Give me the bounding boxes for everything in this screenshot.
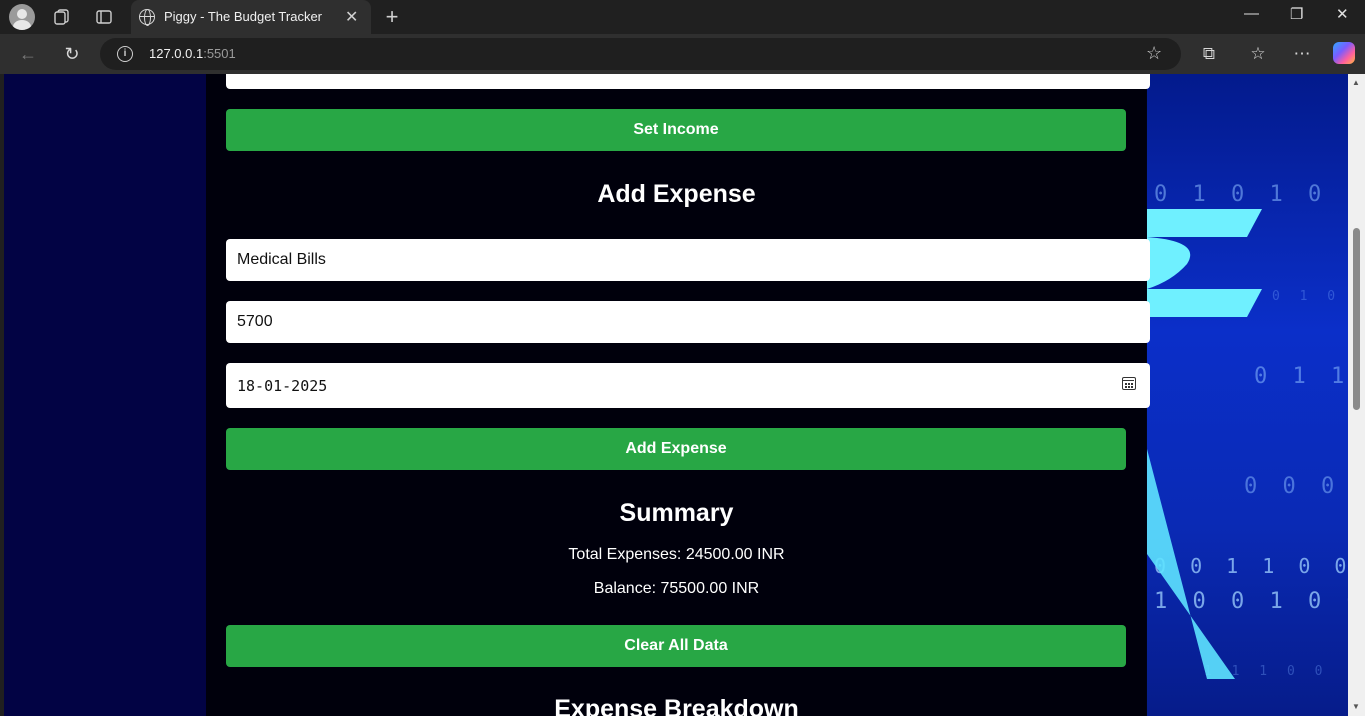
new-tab-icon[interactable]: +: [380, 4, 404, 29]
address-bar[interactable]: i 127.0.0.1:5501 ☆: [100, 38, 1181, 70]
favorites-icon[interactable]: ☆: [1246, 42, 1270, 66]
rupee-icon: [1147, 209, 1262, 679]
expense-name-input[interactable]: Medical Bills: [226, 239, 1150, 281]
income-input[interactable]: [226, 74, 1150, 89]
background-digits: 0 1 1: [1254, 364, 1348, 389]
reload-icon[interactable]: ↻: [60, 42, 84, 66]
window-close-icon[interactable]: ✕: [1336, 5, 1349, 23]
extensions-icon[interactable]: ⧉: [1197, 42, 1221, 66]
calendar-icon[interactable]: [1122, 377, 1136, 390]
profile-icon[interactable]: [9, 4, 35, 30]
expense-amount-input[interactable]: 5700: [226, 301, 1150, 343]
page-scrollbar[interactable]: ▲ ▼: [1348, 74, 1365, 716]
copilot-icon[interactable]: [1333, 42, 1355, 64]
globe-icon: [139, 9, 155, 26]
workspaces-icon[interactable]: [50, 5, 74, 29]
info-icon[interactable]: i: [117, 46, 133, 62]
date-value: 18-01-2025: [237, 376, 328, 395]
url-text[interactable]: 127.0.0.1:5501: [149, 46, 236, 61]
background-digits: 0 1 0 1 0: [1154, 182, 1328, 207]
clear-all-data-button[interactable]: Clear All Data: [226, 625, 1126, 667]
scrollbar-thumb[interactable]: [1353, 228, 1360, 410]
app-container: Set Income Add Expense Medical Bills 570…: [206, 74, 1150, 716]
add-expense-button[interactable]: Add Expense: [226, 428, 1126, 470]
close-icon[interactable]: ✕: [345, 7, 358, 27]
add-expense-heading: Add Expense: [597, 180, 756, 208]
minimize-icon[interactable]: —: [1244, 5, 1259, 22]
expense-date-input[interactable]: 18-01-2025: [226, 363, 1150, 408]
total-expenses-text: Total Expenses: 24500.00 INR: [568, 546, 785, 563]
active-tab[interactable]: Piggy - The Budget Tracker ✕: [131, 0, 371, 34]
scroll-down-icon[interactable]: ▼: [1352, 702, 1360, 711]
page-viewport: 0 1 0 1 0 1 1 0 0 1 0 0 1 0 0 1 1 0 0 0 …: [4, 74, 1348, 716]
expense-breakdown-heading: Expense Breakdown: [554, 695, 799, 716]
summary-heading: Summary: [619, 499, 734, 527]
browser-toolbar: ← ↻ i 127.0.0.1:5501 ☆ ⧉ ☆ ⋯: [0, 34, 1365, 74]
favorite-star-icon[interactable]: ☆: [1146, 43, 1162, 64]
tab-title: Piggy - The Budget Tracker: [164, 9, 323, 24]
scroll-up-icon[interactable]: ▲: [1352, 78, 1360, 87]
tab-bar: Piggy - The Budget Tracker ✕ + — ❐ ✕: [0, 0, 1365, 34]
set-income-button[interactable]: Set Income: [226, 109, 1126, 151]
tab-actions-icon[interactable]: [92, 5, 116, 29]
back-icon[interactable]: ←: [16, 42, 40, 66]
balance-text: Balance: 75500.00 INR: [593, 580, 760, 597]
restore-icon[interactable]: ❐: [1290, 5, 1303, 23]
more-icon[interactable]: ⋯: [1290, 42, 1314, 66]
